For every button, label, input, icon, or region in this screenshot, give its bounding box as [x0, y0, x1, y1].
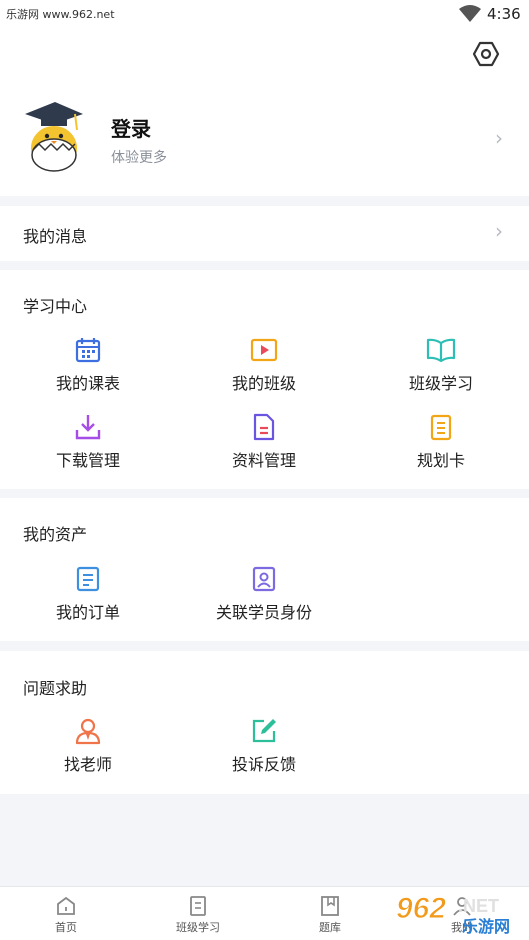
settings-icon[interactable] [472, 40, 500, 68]
help-section: 问题求助 找老师 投诉反馈 [0, 651, 529, 794]
download-icon [75, 415, 101, 440]
download-manage-button[interactable]: 下载管理 [23, 413, 153, 471]
plan-card-button[interactable]: 规划卡 [376, 413, 506, 471]
find-teacher-button[interactable]: 找老师 [23, 717, 153, 775]
calendar-icon [75, 338, 101, 363]
status-time: 4:36 [487, 5, 521, 23]
my-orders-button[interactable]: 我的订单 [23, 565, 153, 623]
messages-row[interactable]: 我的消息 › [0, 206, 529, 261]
messages-label: 我的消息 [23, 227, 88, 246]
tab-label: 首页 [55, 921, 77, 934]
document-icon [253, 413, 275, 441]
avatar[interactable] [23, 100, 85, 172]
class-icon [190, 896, 206, 916]
item-label: 找老师 [63, 755, 112, 774]
watermark-text: 乐游网 www.962.net [6, 8, 115, 21]
plan-card-icon [430, 414, 452, 441]
tab-label: 班级学习 [176, 921, 220, 934]
logo-text: 乐游网 [462, 917, 510, 936]
tab-class-study[interactable]: 班级学习 [148, 887, 248, 935]
item-label: 我的订单 [55, 603, 120, 622]
login-title[interactable]: 登录 [111, 113, 151, 142]
class-study-button[interactable]: 班级学习 [376, 336, 506, 394]
assets-title: 我的资产 [23, 525, 88, 544]
login-subtitle: 体验更多 [111, 150, 167, 166]
chevron-right-icon: › [495, 219, 503, 243]
item-label: 关联学员身份 [215, 603, 312, 622]
teacher-icon [75, 718, 101, 745]
logo-number: 962 [396, 892, 446, 925]
item-label: 班级学习 [408, 374, 473, 393]
study-center-title: 学习中心 [23, 297, 88, 316]
my-class-button[interactable]: 我的班级 [199, 336, 329, 394]
logo-suffix: .NET [458, 896, 499, 916]
link-student-button[interactable]: 关联学员身份 [199, 565, 329, 623]
item-label: 规划卡 [416, 451, 465, 470]
video-class-icon [250, 338, 278, 362]
item-label: 下载管理 [55, 451, 120, 470]
help-title: 问题求助 [23, 679, 88, 698]
item-label: 投诉反馈 [231, 755, 296, 774]
tab-label: 题库 [319, 921, 341, 934]
my-schedule-button[interactable]: 我的课表 [23, 336, 153, 394]
order-icon [76, 566, 100, 592]
study-center-section: 学习中心 我的课表 我的班级 班级学习 下载管理 资料管理 规划卡 [0, 270, 529, 489]
feedback-edit-icon [252, 719, 276, 743]
feedback-button[interactable]: 投诉反馈 [199, 717, 329, 775]
bookmark-icon [321, 896, 339, 916]
assets-section: 我的资产 我的订单 关联学员身份 [0, 498, 529, 641]
tab-question-bank[interactable]: 题库 [280, 887, 380, 935]
student-id-icon [252, 566, 276, 592]
watermark-logo: 962 .NET 乐游网 [396, 892, 511, 937]
item-label: 我的课表 [55, 374, 120, 393]
item-label: 资料管理 [231, 451, 296, 470]
wifi-icon [459, 5, 481, 22]
book-open-icon [426, 338, 456, 363]
materials-manage-button[interactable]: 资料管理 [199, 413, 329, 471]
tab-home[interactable]: 首页 [16, 887, 116, 935]
home-icon [57, 896, 75, 915]
item-label: 我的班级 [231, 374, 296, 393]
status-bar: 乐游网 www.962.net 4:36 [0, 0, 529, 28]
chevron-right-icon[interactable]: › [495, 126, 503, 150]
